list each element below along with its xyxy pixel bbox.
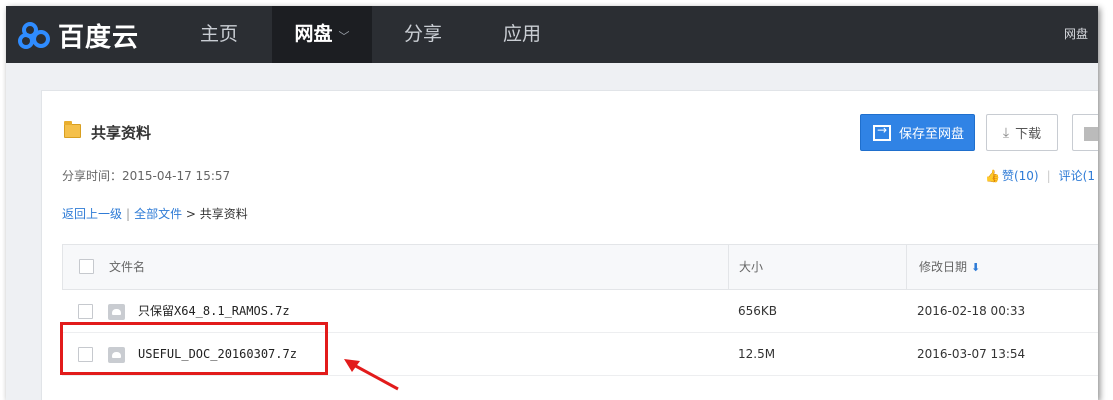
column-divider xyxy=(728,245,729,289)
annotation-highlight-box xyxy=(60,322,328,375)
sort-down-arrow-icon: ⬇ xyxy=(971,261,981,274)
header-netdisk-link[interactable]: 网盘 xyxy=(1064,6,1098,63)
save-icon xyxy=(873,123,891,141)
social-bar: 👍 赞(10) | 评论(1 xyxy=(985,167,1095,184)
column-header-size[interactable]: 大小 xyxy=(739,245,763,289)
file-date: 2016-02-18 00:33 xyxy=(917,304,1026,318)
folder-title: 共享资料 xyxy=(91,124,152,142)
file-size: 656KB xyxy=(738,304,778,318)
baidu-cloud-logo[interactable]: 百度云 xyxy=(18,17,139,54)
file-date: 2016-03-07 13:54 xyxy=(917,347,1026,361)
cloud-logo-icon xyxy=(18,21,50,49)
file-table-header: 文件名 大小 修改日期 ⬇ xyxy=(62,244,1098,290)
save-button-label: 保存至网盘 xyxy=(899,127,965,142)
save-to-netdisk-button[interactable]: 保存至网盘 xyxy=(860,114,975,151)
column-header-date-label: 修改日期 xyxy=(919,260,968,274)
breadcrumb-all-files-link[interactable]: 全部文件 xyxy=(134,207,182,221)
file-size: 12.5M xyxy=(738,347,776,361)
breadcrumb-back-link[interactable]: 返回上一级 xyxy=(62,207,122,221)
folder-icon xyxy=(64,121,81,138)
share-time: 分享时间：2015-04-17 15:57 xyxy=(62,169,231,183)
download-icon: ⤓ xyxy=(1002,124,1010,141)
like-button[interactable]: 赞(10) xyxy=(1002,169,1039,183)
column-header-date[interactable]: 修改日期 ⬇ xyxy=(919,245,980,289)
chevron-down-icon: ﹀ xyxy=(338,30,350,43)
nav-netdisk[interactable]: 网盘 ﹀ xyxy=(272,6,372,63)
row-checkbox[interactable] xyxy=(78,304,93,319)
breadcrumb-current: > 共享资料 xyxy=(185,207,248,221)
nav-share[interactable]: 分享 xyxy=(404,6,442,63)
top-navigation-bar: 百度云 主页 网盘 ﹀ 分享 应用 网盘 xyxy=(6,6,1098,63)
nav-apps[interactable]: 应用 xyxy=(503,6,541,63)
breadcrumb-separator: | xyxy=(126,207,131,221)
download-button-label: 下载 xyxy=(1015,127,1042,142)
breadcrumb: 返回上一级 | 全部文件 > 共享资料 xyxy=(62,205,248,222)
comment-button[interactable]: 评论(1 xyxy=(1059,169,1095,183)
report-icon xyxy=(1084,127,1098,141)
archive-file-icon xyxy=(108,304,125,320)
nav-netdisk-label: 网盘 xyxy=(294,23,333,45)
report-button[interactable] xyxy=(1072,114,1098,151)
social-separator: | xyxy=(1046,169,1051,183)
select-all-checkbox[interactable] xyxy=(79,259,94,274)
column-divider xyxy=(906,245,907,289)
brand-name: 百度云 xyxy=(58,23,140,53)
annotation-arrow-icon xyxy=(344,359,399,391)
thumbs-up-icon: 👍 xyxy=(985,169,1000,183)
download-button[interactable]: ⤓ 下载 xyxy=(986,114,1058,151)
nav-home[interactable]: 主页 xyxy=(200,6,238,63)
column-header-name[interactable]: 文件名 xyxy=(109,245,145,289)
